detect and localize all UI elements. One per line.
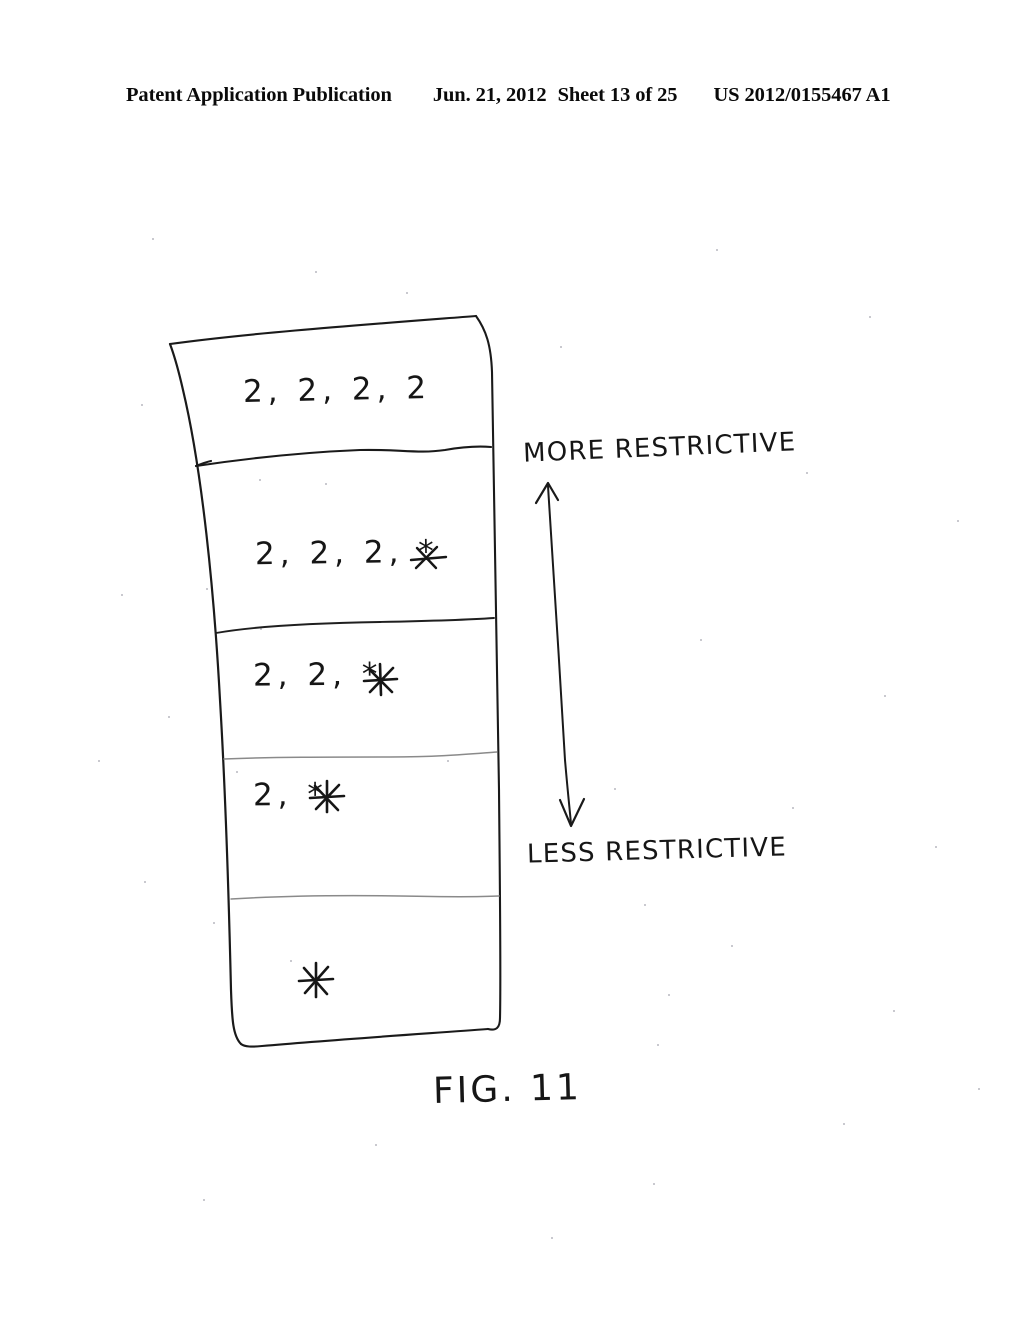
table-row-label-2: 2, 2, 2, * bbox=[254, 533, 440, 573]
arrow-head-up-icon bbox=[534, 481, 560, 505]
table-row-label-4: 2, * bbox=[252, 776, 329, 814]
figure-svg bbox=[98, 238, 980, 1239]
box-bottom-edge bbox=[239, 1027, 490, 1048]
box-left-edge bbox=[168, 342, 243, 1046]
axis-label-less-restrictive: LESS RESTRICTIVE bbox=[526, 832, 788, 870]
table-row-label-3: 2, 2, * bbox=[252, 656, 383, 694]
row-divider-4 bbox=[230, 894, 500, 900]
table-row-label-1: 2, 2, 2, 2 bbox=[242, 370, 432, 410]
row-divider-2 bbox=[215, 617, 495, 634]
patent-drawing-page: Patent Application Publication Jun. 21, … bbox=[0, 0, 1024, 1320]
arrow-head-down-icon bbox=[558, 797, 586, 828]
box-right-edge bbox=[474, 314, 502, 1031]
figure-drawing bbox=[0, 0, 1024, 1320]
figure-caption: FIG. 11 bbox=[432, 1067, 583, 1112]
restrictiveness-arrow-shaft bbox=[547, 485, 572, 825]
box-top-edge bbox=[168, 314, 478, 346]
row-divider-1 bbox=[194, 445, 493, 468]
row-divider-3 bbox=[223, 751, 498, 760]
